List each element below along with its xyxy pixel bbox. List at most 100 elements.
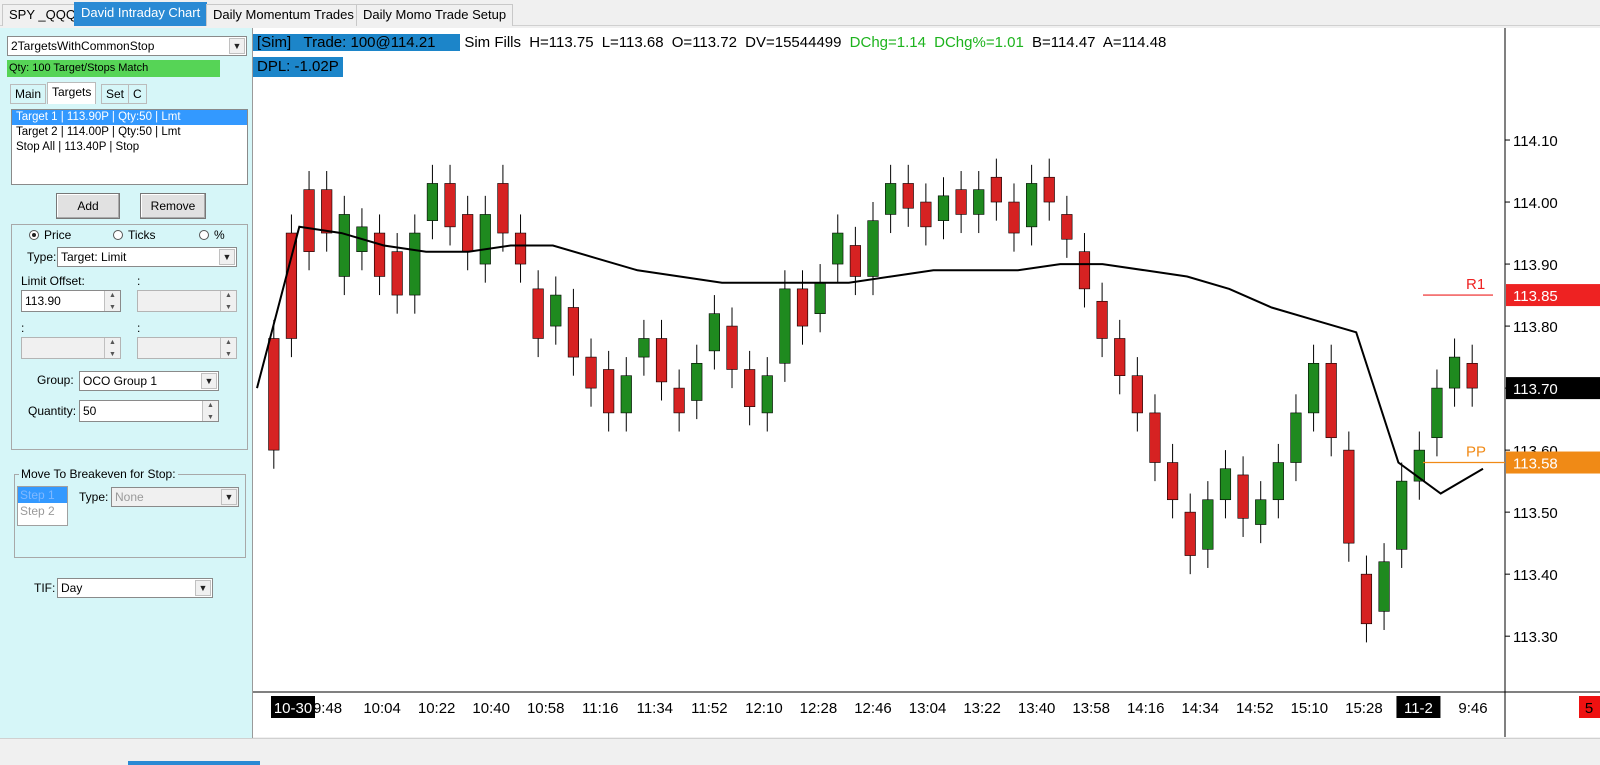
list-item[interactable]: Stop All | 113.40P | Stop [12, 140, 247, 155]
up-candle [1413, 449, 1425, 482]
x-tick-label: 12:46 [854, 700, 892, 717]
subtab-targets[interactable]: Targets [47, 82, 97, 104]
daily-volume: DV=15544499 [745, 34, 842, 51]
tab-daily-momentum-trades[interactable]: Daily Momentum Trades [206, 4, 361, 26]
colon-label: : [21, 321, 25, 335]
scrollbar-thumb[interactable] [128, 761, 260, 765]
tif-select[interactable]: Day ▼ [57, 578, 213, 598]
up-candle [479, 214, 491, 265]
chevron-down-icon[interactable]: ▼ [201, 373, 217, 389]
down-candle [462, 214, 474, 252]
strategy-select[interactable]: 2TargetsWithCommonStop ▼ [7, 36, 247, 56]
radio-icon [113, 230, 123, 240]
down-candle [902, 183, 914, 209]
tif-select-value: Day [61, 581, 83, 595]
up-candle [1255, 499, 1267, 525]
daily-change-percent: DChg%=1.01 [934, 34, 1024, 51]
up-candle [1290, 412, 1302, 463]
x-tick-label: 13:04 [909, 700, 947, 717]
down-candle [391, 251, 403, 296]
type-select[interactable]: Target: Limit ▼ [57, 247, 237, 267]
strategy-select-value: 2TargetsWithCommonStop [11, 39, 155, 53]
y-tick-label: 113.30 [1513, 629, 1558, 646]
up-candle [973, 189, 985, 215]
quantity-stepper[interactable]: 50 [79, 396, 219, 428]
down-candle [497, 183, 509, 234]
chevron-down-icon: ▼ [221, 489, 237, 505]
horizontal-scrollbar[interactable] [0, 738, 1600, 765]
spin-arrows-icon[interactable] [202, 396, 218, 428]
secondary-offset-input [137, 286, 237, 318]
spin-arrows-icon[interactable] [104, 286, 120, 318]
up-candle [937, 195, 950, 221]
group-select[interactable]: OCO Group 1 ▼ [79, 371, 219, 391]
step-type-value: None [115, 490, 144, 504]
chevron-down-icon[interactable]: ▼ [195, 580, 211, 596]
x-tick-label: 9:48 [313, 700, 342, 717]
down-candle [1184, 511, 1196, 556]
price-chart[interactable]: 114.10114.00113.90113.80113.70113.60113.… [253, 28, 1600, 737]
down-candle [1167, 462, 1179, 501]
up-candle [1202, 499, 1214, 550]
add-button[interactable]: Add [56, 193, 120, 219]
list-item[interactable]: Target 1 | 113.90P | Qty:50 | Lmt [12, 110, 247, 125]
down-candle [1078, 251, 1091, 290]
chevron-down-icon[interactable]: ▼ [229, 38, 245, 54]
targets-list[interactable]: Target 1 | 113.90P | Qty:50 | Lmt Target… [11, 109, 248, 185]
tab-spy-qqq[interactable]: SPY _QQQ [2, 4, 83, 26]
tab-daily-momo-trade-setup[interactable]: Daily Momo Trade Setup [356, 4, 514, 26]
x-tick-label: 14:34 [1181, 700, 1219, 717]
x-tick-label: 11:16 [582, 700, 618, 717]
subtab-set[interactable]: Set [101, 84, 130, 104]
radio-price[interactable]: Price [29, 228, 71, 242]
down-candle [1043, 176, 1055, 203]
down-candle [990, 176, 1002, 203]
remove-button[interactable]: Remove [140, 193, 206, 219]
down-candle [796, 288, 809, 327]
open-value: O=113.72 [671, 34, 737, 51]
x-tick-label: 13:22 [963, 700, 1001, 717]
down-candle [955, 189, 967, 215]
tab-david-intraday-chart[interactable]: David Intraday Chart [74, 2, 208, 26]
down-candle [1466, 362, 1478, 389]
x-tick-label: 11:34 [637, 700, 673, 717]
up-candle [638, 338, 650, 358]
down-candle [673, 387, 685, 414]
step-type-label: Type: [79, 490, 109, 504]
spin-arrows-icon [220, 333, 236, 365]
down-candle [726, 325, 738, 370]
up-candle [885, 183, 897, 215]
subtab-main[interactable]: Main [10, 84, 47, 104]
sim-badge: [Sim] Trade: 100@114.21 [253, 34, 461, 51]
strategy-panel: 2TargetsWithCommonStop ▼ Qty: 100 Target… [0, 28, 253, 738]
radio-ticks[interactable]: Ticks [113, 228, 156, 242]
radio-percent[interactable]: % [199, 228, 225, 242]
chart-canvas[interactable]: 114.10114.00113.90113.80113.70113.60113.… [253, 28, 1600, 737]
bid-value: B=114.47 [1031, 34, 1096, 51]
y-tick-label: 114.00 [1513, 195, 1558, 212]
y-tick-label: 113.80 [1513, 319, 1558, 336]
up-candle [1272, 462, 1284, 501]
down-candle [920, 201, 932, 228]
limit-offset-input[interactable]: 113.90 [21, 286, 121, 318]
low-value: L=113.68 [601, 34, 664, 51]
down-candle [1237, 474, 1249, 519]
daily-change: DChg=1.14 [849, 34, 926, 51]
list-item[interactable]: Target 2 | 114.00P | Qty:50 | Lmt [12, 125, 247, 140]
x-tick-label: 12:10 [745, 700, 783, 717]
x-tick-label: 10:22 [418, 700, 456, 717]
breakeven-steps-list: Step 1 Step 2 [17, 486, 68, 526]
date-marker-label: 10-30 [274, 700, 312, 717]
down-candle [1096, 300, 1108, 339]
y-tick-label: 114.10 [1513, 133, 1558, 150]
up-candle [708, 313, 720, 352]
subtab-c[interactable]: C [128, 84, 147, 104]
up-candle [1026, 183, 1038, 228]
up-candle [620, 375, 632, 414]
down-candle [1114, 338, 1126, 376]
chart-info-line: [Sim] Trade: 100@114.21 Sim Fills H=113.… [253, 33, 1170, 53]
chevron-down-icon[interactable]: ▼ [219, 249, 235, 265]
step-type-select: None ▼ [111, 487, 239, 507]
up-candle [867, 220, 879, 277]
down-candle [655, 338, 668, 383]
